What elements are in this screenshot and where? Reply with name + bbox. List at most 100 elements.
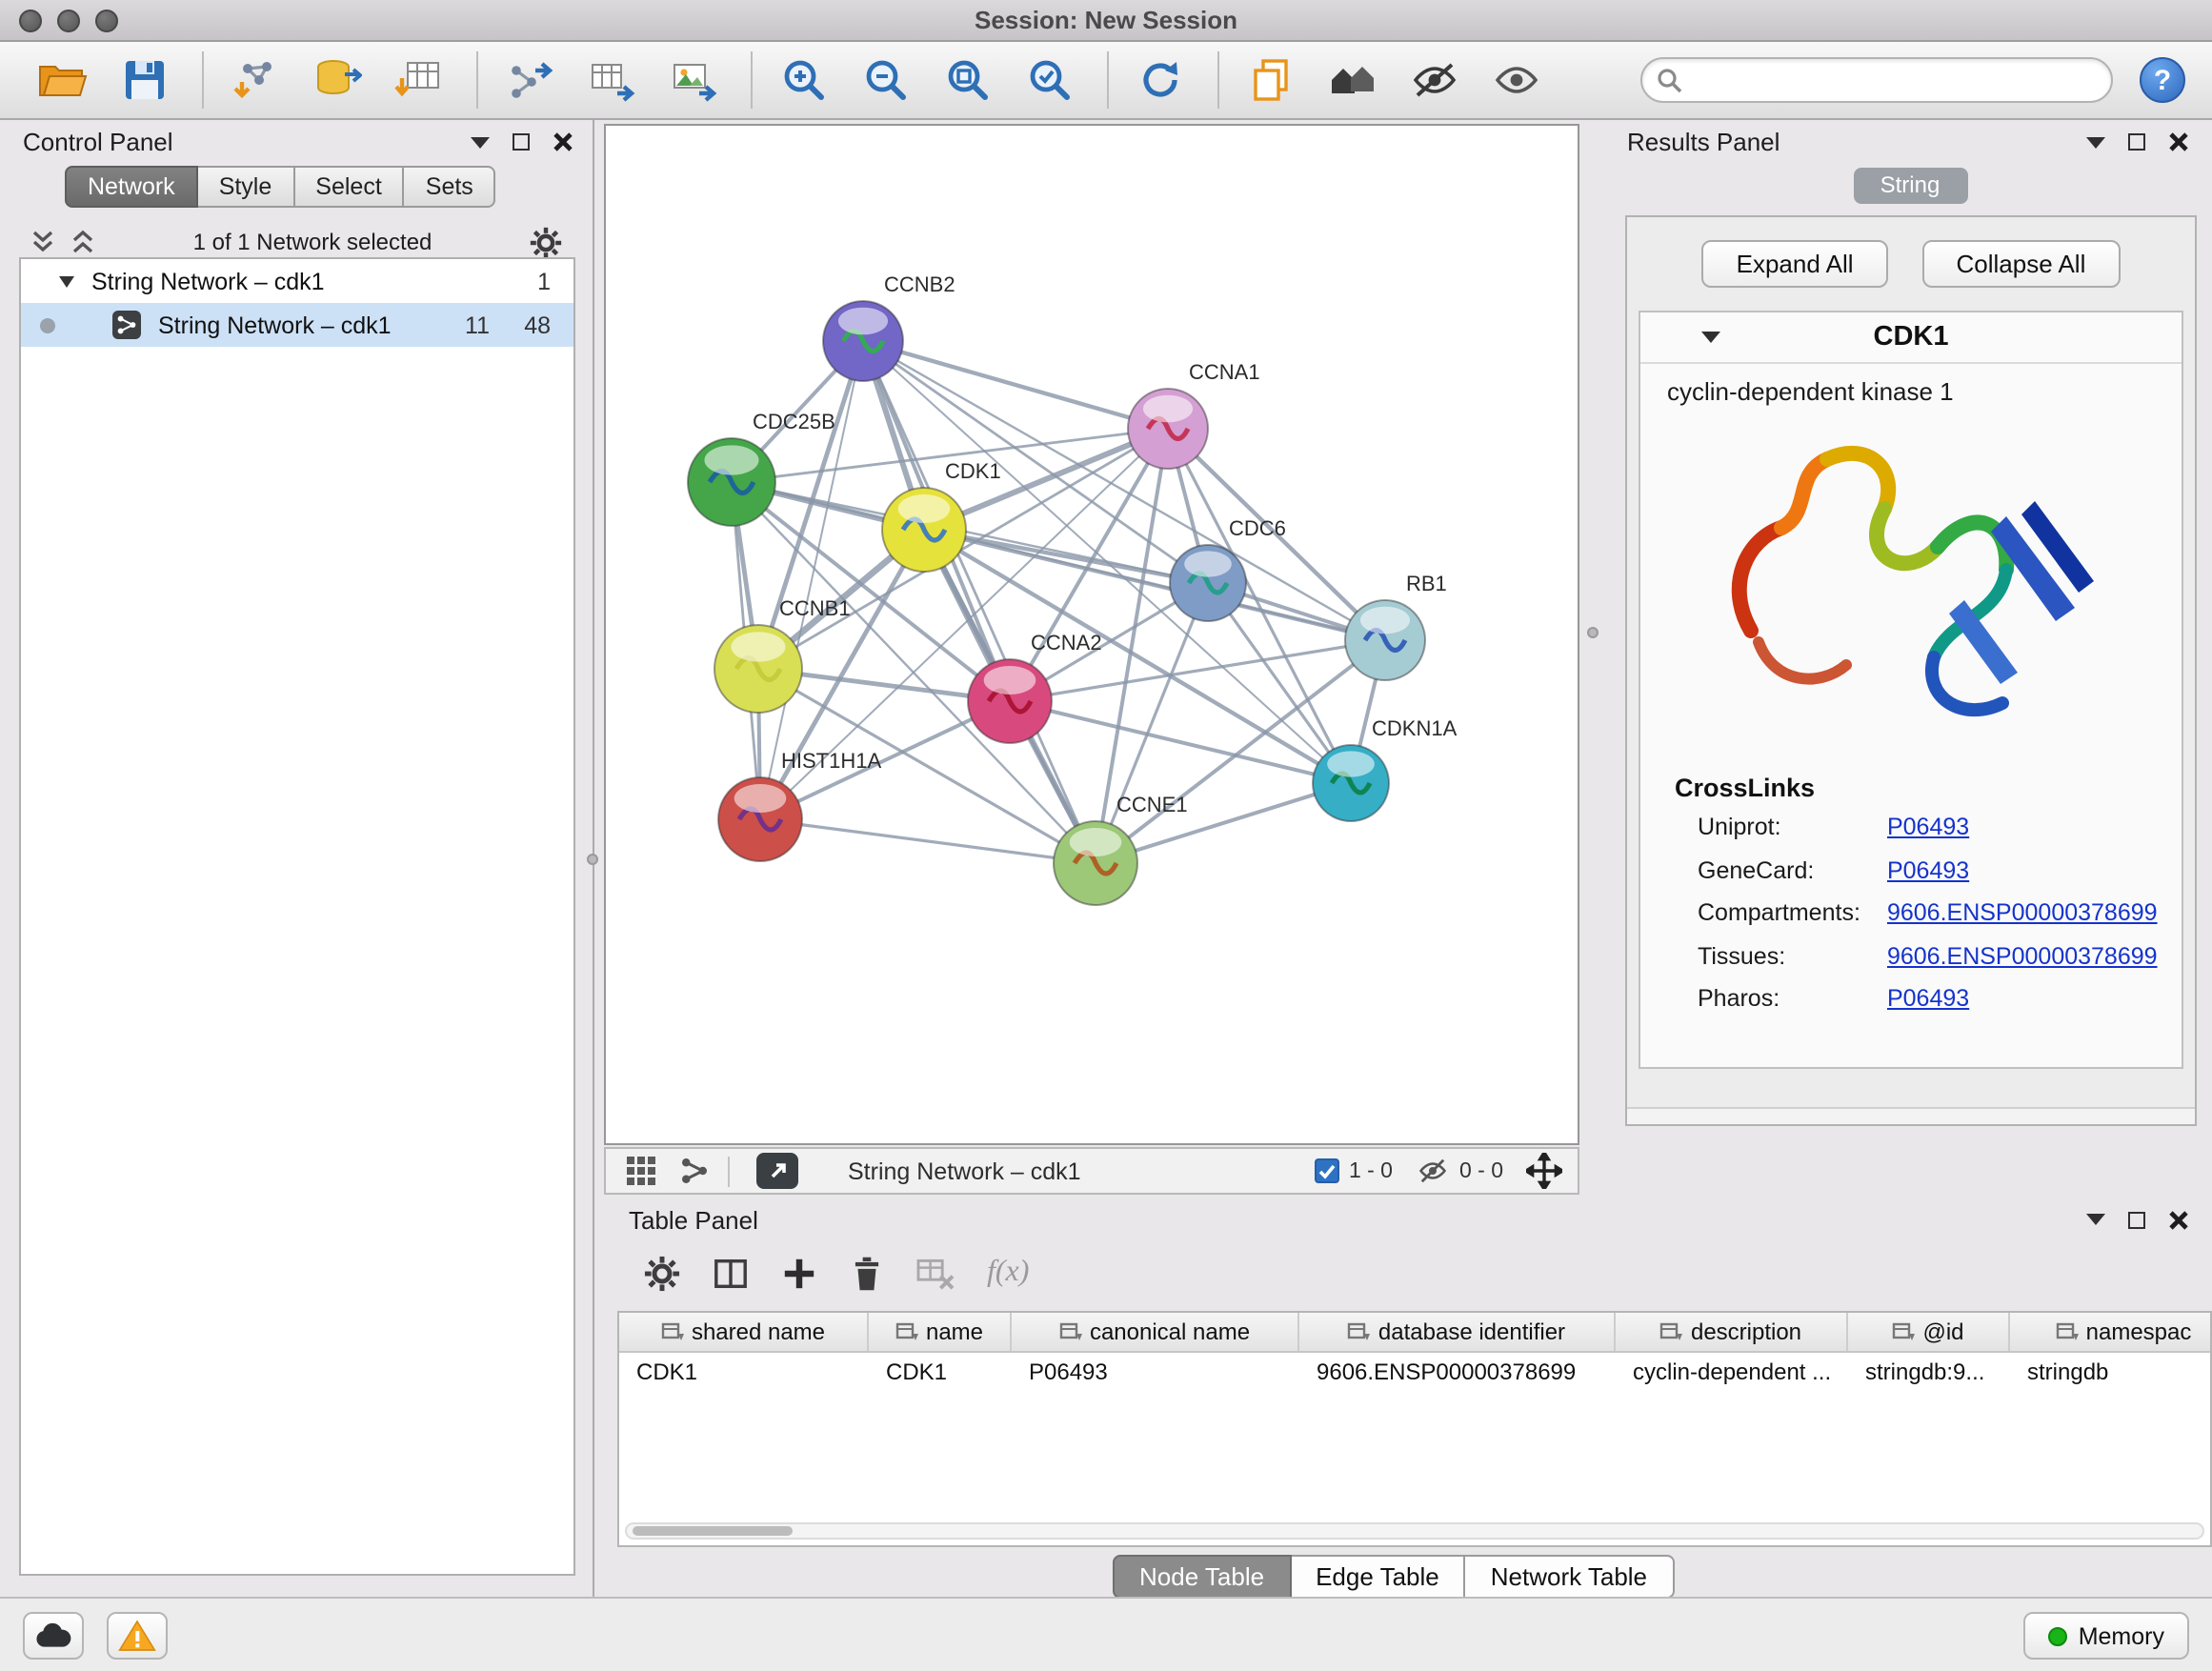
results-scrollbar[interactable]	[1627, 1107, 2195, 1124]
pharos-link[interactable]: P06493	[1887, 985, 1969, 1012]
collapse-all-button[interactable]: Collapse All	[1922, 240, 2121, 288]
column-header[interactable]: @id	[1848, 1313, 2010, 1351]
float-panel-icon[interactable]	[513, 133, 530, 151]
splitter-handle[interactable]	[587, 854, 598, 865]
show-columns-icon[interactable]	[713, 1255, 749, 1291]
node-HIST1H1A[interactable]: HIST1H1A	[718, 749, 881, 861]
function-builder-icon[interactable]: f(x)	[987, 1256, 1029, 1290]
expand-all-button[interactable]: Expand All	[1702, 240, 1888, 288]
search-input[interactable]	[1640, 57, 2113, 103]
crosslink-row: Compartments: 9606.ENSP00000378699	[1640, 892, 2182, 935]
network-canvas[interactable]: CCNB2CCNA1CDC25BCDK1CDC6RB1CCNB1CCNA2CDK…	[604, 124, 1579, 1145]
tab-network[interactable]: Network	[65, 166, 198, 208]
node-RB1[interactable]: RB1	[1345, 572, 1447, 680]
zoom-fit-button[interactable]	[939, 51, 996, 109]
column-header[interactable]: canonical name	[1012, 1313, 1299, 1351]
column-sort-icon	[1348, 1321, 1371, 1342]
tab-node-table[interactable]: Node Table	[1113, 1555, 1291, 1599]
import-network-file-button[interactable]	[227, 51, 284, 109]
zoom-out-button[interactable]	[857, 51, 915, 109]
zoom-in-button[interactable]	[775, 51, 833, 109]
genecard-link[interactable]: P06493	[1887, 856, 1969, 883]
expand-all-icon[interactable]	[70, 229, 95, 255]
table-settings-gear-icon[interactable]	[644, 1255, 680, 1291]
tree-expand-icon[interactable]	[59, 275, 74, 287]
string-network-graph[interactable]: CCNB2CCNA1CDC25BCDK1CDC6RB1CCNB1CCNA2CDK…	[606, 126, 1578, 1143]
float-panel-icon[interactable]	[2128, 1211, 2145, 1228]
save-icon	[122, 57, 168, 103]
warnings-button[interactable]	[107, 1612, 168, 1660]
hidden-eye-slash-icon[interactable]	[1416, 1157, 1450, 1185]
network-collection-row[interactable]: String Network – cdk1 1	[21, 259, 573, 303]
search-field-wrap	[1640, 57, 2113, 103]
collapse-panel-icon[interactable]	[2086, 1214, 2105, 1225]
gear-icon[interactable]	[530, 226, 562, 258]
detach-view-button[interactable]	[756, 1153, 798, 1189]
help-button[interactable]: ?	[2140, 57, 2185, 103]
collapse-panel-icon[interactable]	[471, 136, 490, 148]
column-header[interactable]: shared name	[619, 1313, 869, 1351]
welcome-screen-button[interactable]	[1324, 51, 1381, 109]
tab-sets[interactable]: Sets	[405, 166, 496, 208]
close-panel-icon[interactable]	[553, 131, 573, 152]
node-CDK1[interactable]: CDK1	[882, 459, 1001, 572]
tab-network-table[interactable]: Network Table	[1466, 1555, 1674, 1599]
column-header[interactable]: description	[1616, 1313, 1848, 1351]
share-network-icon[interactable]	[680, 1157, 709, 1185]
uniprot-link[interactable]: P06493	[1887, 814, 1969, 840]
tissues-link[interactable]: 9606.ENSP00000378699	[1887, 942, 2158, 969]
tab-style[interactable]: Style	[198, 166, 295, 208]
node-CCNB2[interactable]: CCNB2	[823, 272, 955, 381]
column-header[interactable]: database identifier	[1299, 1313, 1616, 1351]
cloud-status-button[interactable]	[23, 1612, 84, 1660]
close-panel-icon[interactable]	[2168, 131, 2189, 152]
float-panel-icon[interactable]	[2128, 133, 2145, 151]
save-session-button[interactable]	[116, 51, 173, 109]
node-CCNE1[interactable]: CCNE1	[1054, 793, 1188, 905]
import-network-database-button[interactable]	[309, 51, 366, 109]
collapse-all-icon[interactable]	[30, 229, 55, 255]
delete-table-icon[interactable]	[916, 1256, 955, 1290]
edge-HIST1H1A-CCNE1[interactable]	[760, 819, 1096, 863]
node-CDC25B[interactable]: CDC25B	[688, 410, 835, 526]
edge-CCNB2-CCNE1[interactable]	[863, 341, 1096, 863]
refresh-layout-button[interactable]	[1132, 51, 1189, 109]
tab-string[interactable]: String	[1853, 168, 1967, 204]
duplicate-button[interactable]	[1242, 51, 1299, 109]
birds-eye-view-icon[interactable]	[625, 1155, 657, 1187]
zoom-selected-button[interactable]	[1021, 51, 1078, 109]
import-table-button[interactable]	[391, 51, 448, 109]
export-table-button[interactable]	[583, 51, 640, 109]
open-session-button[interactable]	[34, 51, 91, 109]
network-row-selected[interactable]: String Network – cdk1 11 48	[21, 303, 573, 347]
pan-move-icon[interactable]	[1526, 1153, 1562, 1189]
table-horizontal-scrollbar[interactable]	[625, 1522, 2204, 1540]
tab-edge-table[interactable]: Edge Table	[1291, 1555, 1466, 1599]
delete-column-trash-icon[interactable]	[850, 1255, 884, 1291]
scrollbar-thumb[interactable]	[633, 1526, 793, 1536]
column-header[interactable]: namespac	[2010, 1313, 2212, 1351]
splitter-handle[interactable]	[1587, 627, 1599, 638]
close-panel-icon[interactable]	[2168, 1209, 2189, 1230]
table-row[interactable]: CDK1 CDK1 P06493 9606.ENSP00000378699 cy…	[619, 1353, 2210, 1393]
hide-graphics-details-button[interactable]	[1406, 51, 1463, 109]
cloud-icon	[34, 1621, 72, 1650]
selected-checkbox-icon[interactable]	[1315, 1158, 1339, 1183]
tab-select[interactable]: Select	[294, 166, 405, 208]
node-CDC6[interactable]: CDC6	[1170, 516, 1286, 621]
edge-CCNB2-CCNA1[interactable]	[863, 341, 1168, 429]
export-image-button[interactable]	[665, 51, 722, 109]
section-collapse-icon[interactable]	[1701, 332, 1720, 343]
import-network-icon	[231, 55, 280, 105]
add-column-plus-icon[interactable]	[781, 1255, 817, 1291]
collapse-panel-icon[interactable]	[2086, 136, 2105, 148]
column-header[interactable]: name	[869, 1313, 1012, 1351]
compartments-link[interactable]: 9606.ENSP00000378699	[1887, 899, 2158, 926]
node-CDKN1A[interactable]: CDKN1A	[1313, 716, 1458, 821]
memory-button[interactable]: Memory	[2023, 1612, 2189, 1660]
export-network-button[interactable]	[501, 51, 558, 109]
node-CCNA1[interactable]: CCNA1	[1128, 360, 1260, 469]
node-label-CCNA2: CCNA2	[1031, 631, 1102, 654]
show-graphics-details-button[interactable]	[1488, 51, 1545, 109]
node-label-CCNE1: CCNE1	[1116, 793, 1188, 816]
